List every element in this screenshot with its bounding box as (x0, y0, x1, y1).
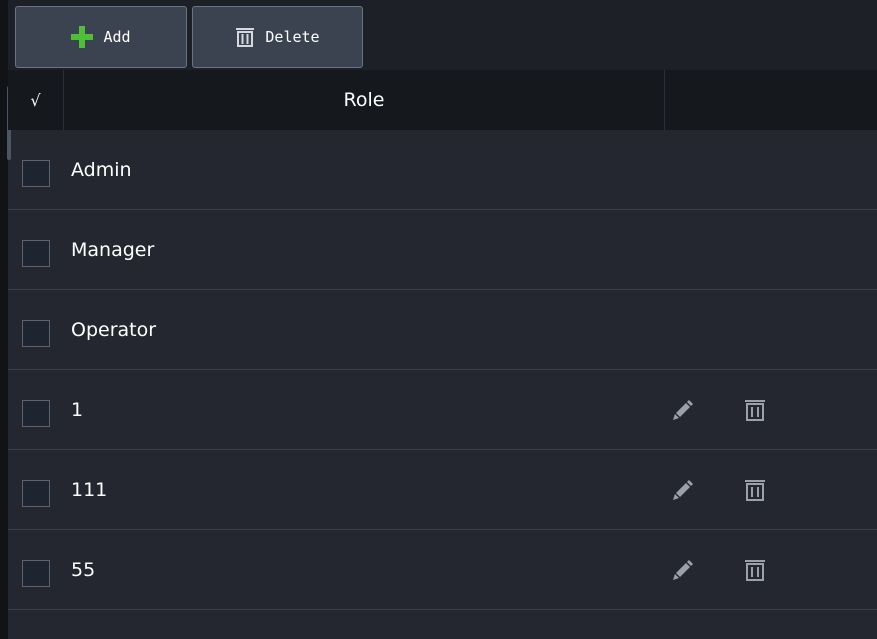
select-all-header[interactable]: √ (8, 70, 64, 130)
table-row[interactable]: Admin (8, 130, 877, 210)
row-checkbox[interactable] (22, 240, 50, 267)
role-name: 1 (71, 399, 84, 421)
trash-icon[interactable] (743, 478, 767, 506)
table-header: √ Role (8, 70, 877, 130)
row-checkbox[interactable] (22, 400, 50, 427)
add-button[interactable]: Add (15, 6, 187, 68)
toolbar: Add Delete (8, 0, 877, 70)
role-name: Admin (71, 159, 132, 181)
trash-icon (235, 27, 255, 47)
table-body: Admin Manager Operator 1 111 55 (8, 130, 877, 610)
role-column-header: Role (64, 70, 665, 130)
role-name: 111 (71, 479, 108, 501)
pencil-icon[interactable] (670, 478, 694, 506)
role-name: 55 (71, 559, 96, 581)
trash-icon[interactable] (743, 398, 767, 426)
plus-icon (71, 26, 94, 48)
table-row[interactable]: 1 (8, 370, 877, 450)
row-checkbox[interactable] (22, 560, 50, 587)
add-button-label: Add (103, 28, 131, 46)
trash-icon[interactable] (743, 558, 767, 586)
table-row[interactable]: 55 (8, 530, 877, 610)
table-row[interactable]: Operator (8, 290, 877, 370)
table-row[interactable]: Manager (8, 210, 877, 290)
delete-button[interactable]: Delete (192, 6, 363, 68)
pencil-icon[interactable] (670, 558, 694, 586)
delete-button-label: Delete (265, 28, 320, 46)
roles-table: √ Role Admin Manager Operator 1 111 55 (8, 70, 877, 639)
row-checkbox[interactable] (22, 320, 50, 347)
role-name: Manager (71, 239, 155, 261)
pencil-icon[interactable] (670, 398, 694, 426)
row-checkbox[interactable] (22, 480, 50, 507)
table-row[interactable]: 111 (8, 450, 877, 530)
row-checkbox[interactable] (22, 160, 50, 187)
role-name: Operator (71, 319, 157, 341)
